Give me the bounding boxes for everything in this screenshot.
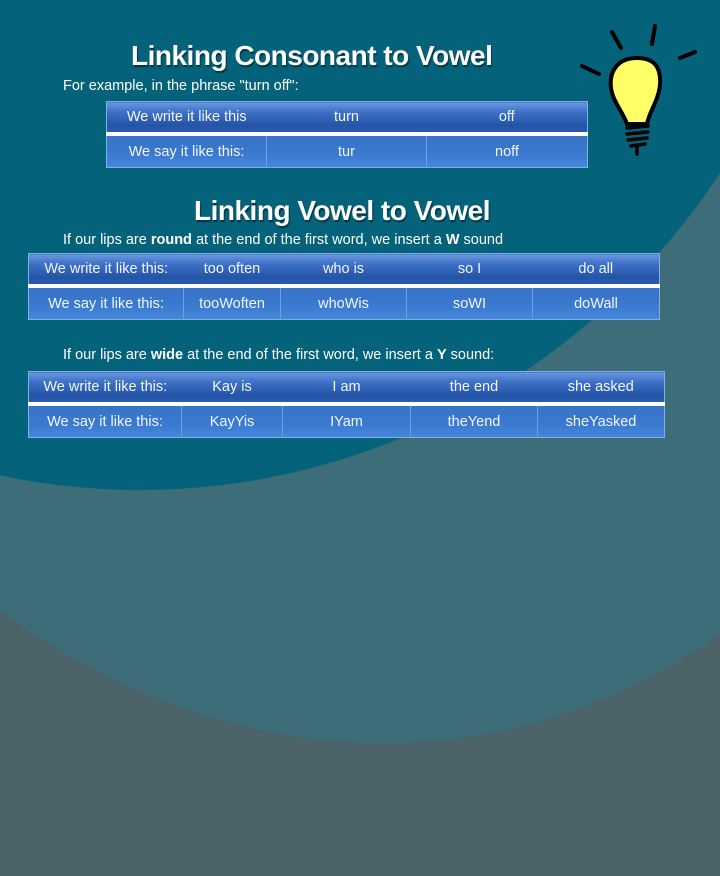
table-cell: We say it like this:	[28, 286, 184, 320]
table-cell: theYend	[410, 404, 538, 438]
table-cell: too often	[183, 253, 281, 288]
table-cell: We write it like this:	[28, 371, 182, 406]
caption-bold-round: round	[150, 232, 192, 248]
bulb-glass	[608, 55, 663, 126]
lightbulb-icon	[580, 24, 697, 156]
table-w-sound: We write it like this: too often who is …	[28, 253, 660, 320]
table-cell: Kay is	[181, 371, 283, 406]
caption-bold-y: Y	[436, 347, 447, 363]
light-ray	[650, 24, 657, 46]
caption-text: If our lips are	[63, 347, 151, 363]
caption-turn-off-example: For example, in the phrase "turn off":	[63, 78, 299, 94]
light-ray	[610, 30, 623, 50]
table-cell: doWall	[532, 286, 660, 320]
caption-text: If our lips are	[63, 232, 151, 248]
table-cell: We write it like this:	[28, 253, 184, 288]
table-cell: tooWoften	[183, 286, 281, 320]
table-cell: tur	[266, 134, 427, 168]
caption-bold-wide: wide	[150, 347, 184, 363]
caption-text: sound	[459, 232, 504, 248]
table-cell: sheYasked	[537, 404, 665, 438]
light-ray	[678, 50, 697, 60]
table-cell: she asked	[537, 371, 665, 406]
table-cell: noff	[426, 134, 588, 168]
table-cell: KayYis	[181, 404, 283, 438]
table-cell: I am	[282, 371, 411, 406]
title-vowel-to-vowel: Linking Vowel to Vowel	[194, 195, 490, 226]
table-cell: so I	[406, 253, 533, 288]
table-row-written: We write it like this turn off	[106, 101, 588, 136]
table-cell: We say it like this:	[28, 404, 182, 438]
table-cell: We say it like this:	[106, 134, 267, 168]
table-cell: whoWis	[280, 286, 407, 320]
table-row-spoken: We say it like this: tooWoften whoWis so…	[28, 286, 660, 320]
caption-text: sound:	[446, 347, 495, 363]
bulb-base	[625, 124, 650, 156]
table-cell: do all	[532, 253, 660, 288]
caption-text: at the end of the first word, we insert …	[191, 232, 446, 248]
table-y-sound: We write it like this: Kay is I am the e…	[28, 371, 665, 438]
table-row-spoken: We say it like this: tur noff	[106, 134, 588, 168]
table-cell: soWI	[406, 286, 533, 320]
table-row-written: We write it like this: too often who is …	[28, 253, 660, 288]
table-consonant-to-vowel: We write it like this turn off We say it…	[106, 101, 588, 168]
caption-wide-lips: If our lips are wide at the end of the f…	[63, 347, 494, 363]
title-consonant-to-vowel: Linking Consonant to Vowel	[131, 40, 493, 71]
caption-bold-w: W	[445, 232, 460, 248]
table-row-spoken: We say it like this: KayYis IYam theYend…	[28, 404, 665, 438]
table-cell: turn	[266, 101, 427, 136]
caption-round-lips: If our lips are round at the end of the …	[63, 232, 503, 248]
light-ray	[580, 64, 601, 76]
table-cell: We write it like this	[106, 101, 267, 136]
table-row-written: We write it like this: Kay is I am the e…	[28, 371, 665, 406]
table-cell: who is	[280, 253, 407, 288]
table-cell: IYam	[282, 404, 411, 438]
table-cell: off	[426, 101, 588, 136]
caption-text: at the end of the first word, we insert …	[183, 347, 437, 363]
slide: Linking Consonant to Vowel For example, …	[0, 0, 720, 540]
table-cell: the end	[410, 371, 538, 406]
